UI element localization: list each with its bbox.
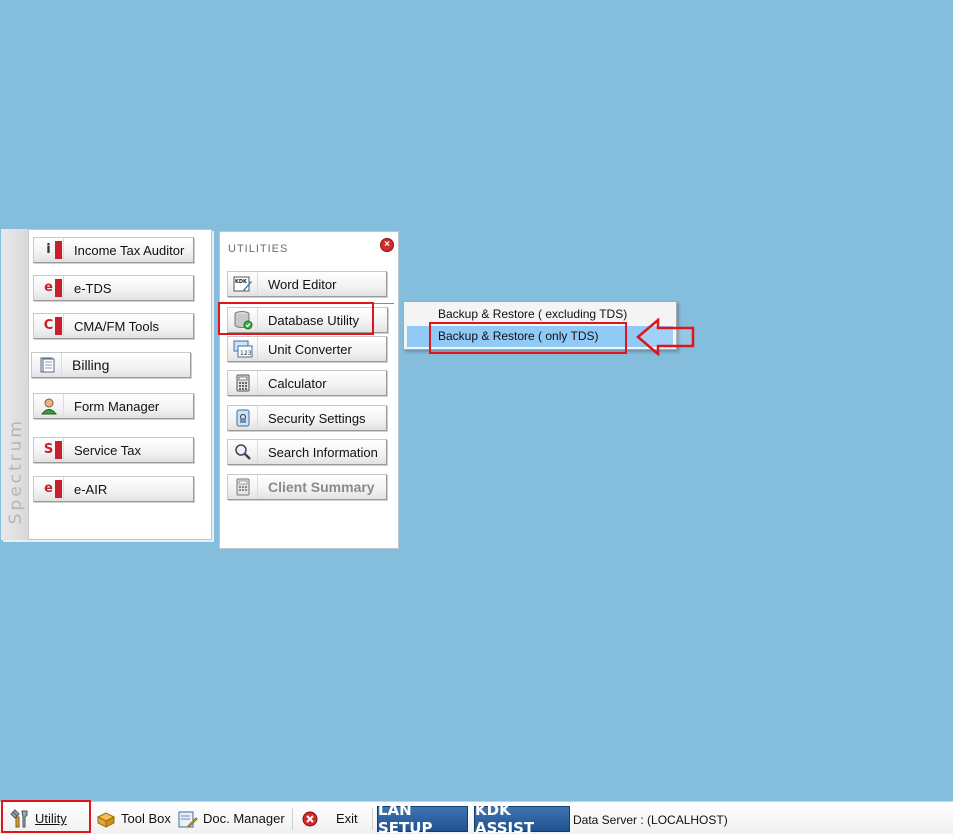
- client-summary-label: Client Summary: [268, 479, 375, 495]
- exit-taskbar-button[interactable]: Exit: [302, 802, 358, 834]
- cma-icon: C: [34, 314, 64, 338]
- service-tax-icon: S: [34, 438, 64, 462]
- etds-icon: e: [34, 276, 64, 300]
- etds-label: e-TDS: [74, 280, 112, 296]
- only-tds-highlight: [429, 322, 627, 354]
- taskbar-divider: [292, 808, 293, 830]
- unit-converter-button[interactable]: 123 Unit Converter: [227, 336, 387, 362]
- eair-button[interactable]: e e-AIR: [33, 476, 194, 502]
- eair-icon: e: [34, 477, 64, 501]
- kdk-assist-button[interactable]: KDK ASSIST: [474, 801, 570, 834]
- doc-manager-icon: [178, 811, 198, 828]
- exit-taskbar-label: Exit: [336, 811, 358, 826]
- client-summary-button[interactable]: Client Summary: [227, 474, 387, 500]
- billing-icon: [32, 353, 62, 377]
- billing-button[interactable]: Billing: [31, 352, 191, 378]
- service-tax-label: Service Tax: [74, 442, 141, 458]
- database-utility-highlight: [218, 302, 374, 335]
- lan-setup-button[interactable]: LAN SETUP: [377, 801, 468, 834]
- income-tax-auditor-button[interactable]: i Income Tax Auditor: [33, 237, 194, 263]
- utility-highlight: [1, 800, 91, 833]
- word-editor-icon: KDK: [228, 272, 258, 296]
- doc-manager-taskbar-button[interactable]: Doc. Manager: [178, 802, 285, 834]
- exit-icon: [302, 811, 318, 826]
- toolbox-taskbar-button[interactable]: Tool Box: [96, 802, 171, 834]
- calculator-button[interactable]: Calculator: [227, 370, 387, 396]
- spectrum-sidebar-strip: Spectrum: [1, 229, 29, 540]
- close-icon[interactable]: ×: [380, 238, 394, 252]
- svg-text:123: 123: [240, 350, 252, 357]
- toolbox-icon: [96, 811, 116, 828]
- utilities-title: UTILITIES: [228, 243, 289, 255]
- cma-fm-tools-label: CMA/FM Tools: [74, 318, 159, 334]
- security-settings-label: Security Settings: [268, 410, 366, 426]
- pointer-arrow-icon: [636, 318, 695, 356]
- unit-converter-label: Unit Converter: [268, 341, 352, 357]
- calculator-icon: [228, 371, 258, 395]
- search-information-button[interactable]: Search Information: [227, 439, 387, 465]
- word-editor-label: Word Editor: [268, 276, 337, 292]
- income-tax-auditor-label: Income Tax Auditor: [74, 242, 185, 258]
- security-icon: [228, 406, 258, 430]
- cma-fm-tools-button[interactable]: C CMA/FM Tools: [33, 313, 194, 339]
- calculator-label: Calculator: [268, 375, 327, 391]
- security-settings-button[interactable]: Security Settings: [227, 405, 387, 431]
- form-manager-button[interactable]: Form Manager: [33, 393, 194, 419]
- word-editor-button[interactable]: KDK Word Editor: [227, 271, 387, 297]
- service-tax-button[interactable]: S Service Tax: [33, 437, 194, 463]
- form-manager-icon: [34, 394, 64, 418]
- income-tax-icon: i: [34, 238, 64, 262]
- billing-label: Billing: [72, 357, 110, 373]
- unit-converter-icon: 123: [228, 337, 258, 361]
- spectrum-label: Spectrum: [6, 417, 26, 524]
- search-information-label: Search Information: [268, 444, 378, 460]
- search-icon: [228, 440, 258, 464]
- svg-text:KDK: KDK: [235, 279, 248, 285]
- toolbox-taskbar-label: Tool Box: [121, 811, 171, 826]
- eair-label: e-AIR: [74, 481, 108, 497]
- data-server-status: Data Server : (LOCALHOST): [573, 813, 728, 827]
- doc-manager-taskbar-label: Doc. Manager: [203, 811, 285, 826]
- taskbar: Utility Tool Box Doc. Manager Exit LAN S…: [0, 801, 953, 834]
- taskbar-divider: [372, 808, 373, 830]
- form-manager-label: Form Manager: [74, 398, 160, 414]
- client-summary-icon: [228, 475, 258, 499]
- etds-button[interactable]: e e-TDS: [33, 275, 194, 301]
